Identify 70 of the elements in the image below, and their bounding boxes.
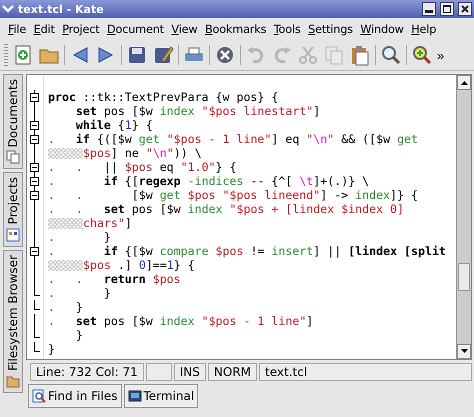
terminal-icon <box>128 389 142 403</box>
code-line: while {1} { <box>74 118 153 132</box>
chevron-icon[interactable] <box>2 4 14 14</box>
code-line: . if {([$w get "$pos - 1 line"] eq "\n" && ([$w get <box>48 132 418 146</box>
insert-mode: INS <box>174 363 206 381</box>
code-line: . } <box>48 300 83 314</box>
menu-item[interactable]: Settings <box>308 22 353 36</box>
fold-toggle-icon[interactable] <box>30 247 39 256</box>
code-line: . } <box>48 230 111 244</box>
menu-item[interactable]: Window <box>360 22 404 36</box>
code-line: . if {[regexp -indices -- {^[ \t]+(.)} \ <box>48 174 370 188</box>
scrollbar[interactable] <box>456 75 471 359</box>
down-arrow-icon[interactable] <box>460 349 468 354</box>
close-icon <box>461 5 469 13</box>
floppy-disk-icon[interactable] <box>126 44 148 66</box>
grid-icon <box>6 228 20 242</box>
menu-item[interactable]: Edit <box>34 22 55 36</box>
code-line: . . || $pos eq "1.0"} { <box>48 160 236 174</box>
maximize-icon <box>443 5 451 13</box>
menu-item[interactable]: Tools <box>274 22 301 36</box>
minimize-button[interactable] <box>422 2 436 16</box>
menu-item[interactable]: File <box>8 22 26 36</box>
code-line: } <box>48 342 55 356</box>
close-icon[interactable] <box>214 44 236 66</box>
code-line: . . return $pos <box>48 272 181 286</box>
code-line: chars"] <box>83 216 132 230</box>
fold-toggle-icon[interactable] <box>30 177 39 186</box>
file-name: text.tcl <box>259 363 472 381</box>
close-button[interactable] <box>458 2 472 16</box>
menu-item[interactable]: Help <box>411 22 436 36</box>
pages-icon <box>6 150 20 164</box>
up-arrow-icon[interactable] <box>460 80 468 85</box>
window-title: text.tcl - Kate <box>18 2 105 16</box>
floppy-pencil-icon[interactable] <box>152 44 174 66</box>
clipboard-icon[interactable] <box>349 44 371 66</box>
code-line: proc ::tk::TextPrevPara {w pos} { <box>48 90 278 104</box>
overflow-button[interactable]: » <box>437 48 444 62</box>
code-line: set pos [$w index "$pos linestart"] <box>74 104 320 118</box>
bottom-tab[interactable]: Find in Files <box>28 384 122 408</box>
folder-icon <box>6 374 20 388</box>
code-line: } <box>74 328 83 342</box>
fold-toggle-icon[interactable] <box>30 93 39 102</box>
cursor-position: Line: 732 Col: 71 <box>30 363 144 381</box>
input-mode: NORM <box>208 363 258 381</box>
menu-item[interactable]: Bookmarks <box>204 22 266 36</box>
code-line: . set pos [$w index "$pos - 1 line"] <box>48 314 314 328</box>
code-line: . } <box>48 286 111 300</box>
fold-toggle-icon[interactable] <box>30 191 39 200</box>
code-line: $pos] ne "\n")) \ <box>83 146 202 160</box>
menu-item[interactable]: Project <box>62 22 100 36</box>
fold-toggle-icon[interactable] <box>30 135 39 144</box>
code-line: . if {[$w compare $pos != insert] || [lindex [split <box>48 244 446 258</box>
zoom-in-icon[interactable] <box>411 44 433 66</box>
magnifier-icon <box>32 389 46 403</box>
scrollbar-thumb[interactable] <box>458 262 470 291</box>
maximize-button[interactable] <box>440 2 454 16</box>
code-line: . . [$w get $pos "$pos lineend"] -> index]} { <box>48 188 418 202</box>
bottom-tab[interactable]: Terminal <box>124 384 198 408</box>
status-field <box>146 363 172 381</box>
fold-toggle-icon[interactable] <box>30 163 39 172</box>
side-tab[interactable]: Projects <box>3 172 23 247</box>
side-tab[interactable]: Documents <box>3 74 23 170</box>
menu-item[interactable]: Document <box>106 22 164 36</box>
code-editor[interactable] <box>26 74 472 360</box>
code-line: . . set pos [$w index "$pos + [lindex $index 0] <box>48 202 404 216</box>
code-line: $pos .] 0]==1} { <box>83 258 195 272</box>
menu-item[interactable]: View <box>171 22 198 36</box>
fold-toggle-icon[interactable] <box>30 121 39 130</box>
side-tab[interactable]: Filesystem Browser <box>3 250 23 393</box>
search-icon[interactable] <box>380 44 402 66</box>
